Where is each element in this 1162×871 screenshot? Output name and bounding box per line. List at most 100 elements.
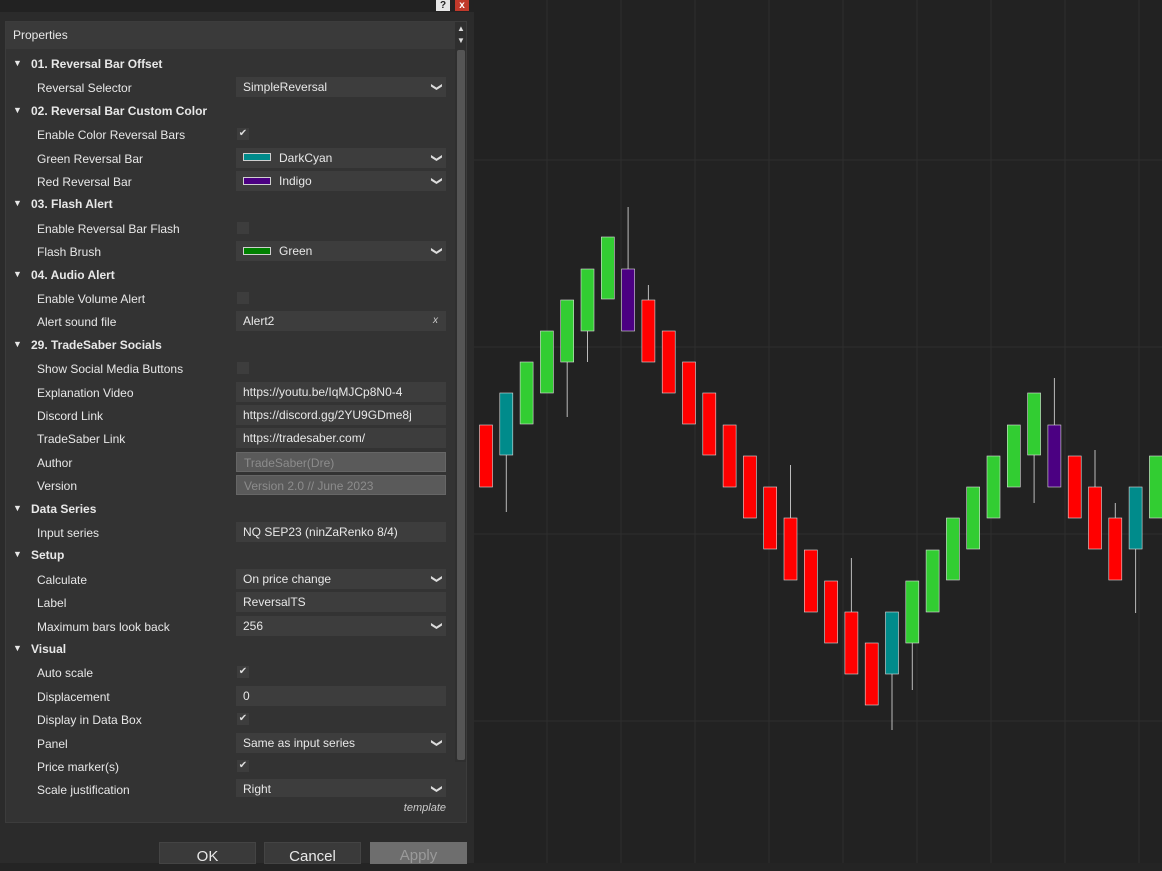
chevron-down-icon[interactable]: ❯ xyxy=(426,738,446,747)
expand-triangle-icon[interactable]: ▼ xyxy=(13,339,22,349)
apply-button[interactable]: Apply xyxy=(370,842,467,864)
scrollbar-thumb[interactable] xyxy=(457,50,465,760)
property-name: Input series xyxy=(37,526,100,540)
property-checkbox[interactable]: ✔ xyxy=(237,760,249,772)
property-name: TradeSaber Link xyxy=(37,432,126,447)
renko-bar xyxy=(519,361,534,425)
property-dropdown[interactable]: Same as input series ❯ xyxy=(236,732,446,753)
expand-triangle-icon[interactable]: ▼ xyxy=(13,643,22,653)
property-name: Maximum bars look back xyxy=(37,619,170,634)
property-row: Display in Data Box ✔ xyxy=(6,708,453,731)
renko-bar xyxy=(905,580,920,644)
property-name: Calculate xyxy=(37,572,88,587)
property-name: Scale justification xyxy=(37,783,130,797)
renko-bar xyxy=(1047,424,1062,488)
renko-bar xyxy=(1088,486,1102,550)
renko-bar xyxy=(499,392,514,456)
renko-bar xyxy=(1128,486,1143,550)
renko-bar xyxy=(864,642,879,706)
dropdown-value: 256 xyxy=(243,618,264,633)
property-grid: Properties ▲ ▼ ▼ 01. Reversal Bar Offset R… xyxy=(5,21,467,823)
renko-bar xyxy=(803,549,818,613)
ok-button[interactable]: OK xyxy=(159,842,256,865)
renko-bar xyxy=(722,424,737,488)
template-link[interactable]: template xyxy=(404,802,446,814)
renko-bar xyxy=(1027,392,1041,456)
expand-triangle-icon[interactable]: ▼ xyxy=(13,105,22,115)
property-dropdown[interactable]: 256 ❯ xyxy=(236,615,446,636)
property-dropdown[interactable]: On price change ❯ xyxy=(236,568,446,589)
property-dropdown[interactable]: Right ❯ xyxy=(236,779,446,797)
property-checkbox[interactable]: ✔ xyxy=(237,128,249,141)
scroll-up-icon[interactable]: ▲ xyxy=(455,23,466,35)
color-swatch xyxy=(243,176,271,185)
text-input[interactable]: 0 xyxy=(236,685,446,706)
expand-triangle-icon[interactable]: ▼ xyxy=(13,269,22,279)
renko-bar xyxy=(1006,424,1021,488)
dropdown-value: Right xyxy=(243,782,272,797)
renko-bar xyxy=(966,486,981,550)
renko-bar xyxy=(621,268,635,332)
property-name: Reversal Selector xyxy=(37,81,132,96)
chevron-down-icon[interactable]: ❯ xyxy=(426,153,446,162)
category-row[interactable]: ▼ Setup xyxy=(6,544,453,567)
property-checkbox[interactable]: ✔ xyxy=(237,666,249,679)
expand-triangle-icon[interactable]: ▼ xyxy=(13,58,22,68)
property-checkbox[interactable] xyxy=(237,362,249,375)
text-input[interactable]: https://discord.gg/2YU9GDme8j xyxy=(236,405,446,425)
property-row: Calculate On price change ❯ xyxy=(6,568,453,591)
close-icon[interactable]: x xyxy=(455,0,469,11)
property-name: Displacement xyxy=(37,689,110,704)
category-row[interactable]: ▼ 29. TradeSaber Socials xyxy=(6,334,453,357)
property-row: Maximum bars look back 256 ❯ xyxy=(6,615,453,638)
scroll-down-icon[interactable]: ▼ xyxy=(455,35,466,47)
category-row[interactable]: ▼ 03. Flash Alert xyxy=(6,193,453,216)
property-checkbox[interactable]: ✔ xyxy=(237,713,249,726)
expand-triangle-icon[interactable]: ▼ xyxy=(13,198,22,208)
text-input[interactable]: NQ SEP23 (ninZaRenko 8/4) xyxy=(236,522,446,542)
category-row[interactable]: ▼ Data Series xyxy=(6,498,453,521)
chevron-down-icon[interactable]: ❯ xyxy=(426,621,446,630)
text-input[interactable]: https://youtu.be/IqMJCp8N0-4 xyxy=(236,381,446,402)
property-row: Reversal Selector SimpleReversal ❯ xyxy=(6,76,453,99)
category-label: 29. TradeSaber Socials xyxy=(31,337,162,352)
property-dropdown[interactable]: SimpleReversal ❯ xyxy=(236,77,446,98)
file-input[interactable]: Alert2 x xyxy=(236,311,446,332)
property-name: Enable Reversal Bar Flash xyxy=(37,221,180,236)
chevron-down-icon[interactable]: ❯ xyxy=(426,785,446,794)
clear-icon[interactable]: x xyxy=(433,311,438,331)
property-row: Panel Same as input series ❯ xyxy=(6,732,453,755)
renko-bar xyxy=(1108,517,1123,581)
category-row[interactable]: ▼ Visual xyxy=(6,638,453,661)
color-swatch xyxy=(243,247,271,256)
property-name: Discord Link xyxy=(37,409,104,423)
color-dropdown[interactable]: DarkCyan ❯ xyxy=(236,147,446,168)
property-scrollbar[interactable]: ▲ ▼ xyxy=(455,22,466,762)
text-input[interactable]: https://tradesaber.com/ xyxy=(236,428,446,449)
expand-triangle-icon[interactable]: ▼ xyxy=(13,549,22,559)
help-icon[interactable]: ? xyxy=(436,0,450,11)
renko-bar xyxy=(702,392,717,456)
expand-triangle-icon[interactable]: ▼ xyxy=(13,503,22,513)
category-row[interactable]: ▼ 02. Reversal Bar Custom Color xyxy=(6,100,453,123)
category-row[interactable]: ▼ 01. Reversal Bar Offset xyxy=(6,53,453,76)
renko-bar xyxy=(479,424,493,488)
property-name: Alert sound file xyxy=(37,315,117,330)
property-row: Version Version 2.0 // June 2023 xyxy=(6,474,453,497)
property-row: Label ReversalTS xyxy=(6,591,453,614)
property-name: Enable Color Reversal Bars xyxy=(37,128,186,143)
color-value: DarkCyan xyxy=(279,150,333,165)
readonly-field: Version 2.0 // June 2023 xyxy=(236,475,446,496)
category-row[interactable]: ▼ 04. Audio Alert xyxy=(6,264,453,287)
chevron-down-icon[interactable]: ❯ xyxy=(426,83,446,92)
text-input[interactable]: ReversalTS xyxy=(236,592,446,613)
cancel-button[interactable]: Cancel xyxy=(264,842,361,865)
color-dropdown[interactable]: Indigo ❯ xyxy=(236,171,446,191)
property-checkbox[interactable] xyxy=(237,221,249,234)
chevron-down-icon[interactable]: ❯ xyxy=(426,176,446,185)
chevron-down-icon[interactable]: ❯ xyxy=(426,574,446,583)
property-checkbox[interactable] xyxy=(237,292,249,304)
color-dropdown[interactable]: Green ❯ xyxy=(236,241,446,262)
chevron-down-icon[interactable]: ❯ xyxy=(426,247,446,256)
price-chart[interactable] xyxy=(474,0,1162,863)
